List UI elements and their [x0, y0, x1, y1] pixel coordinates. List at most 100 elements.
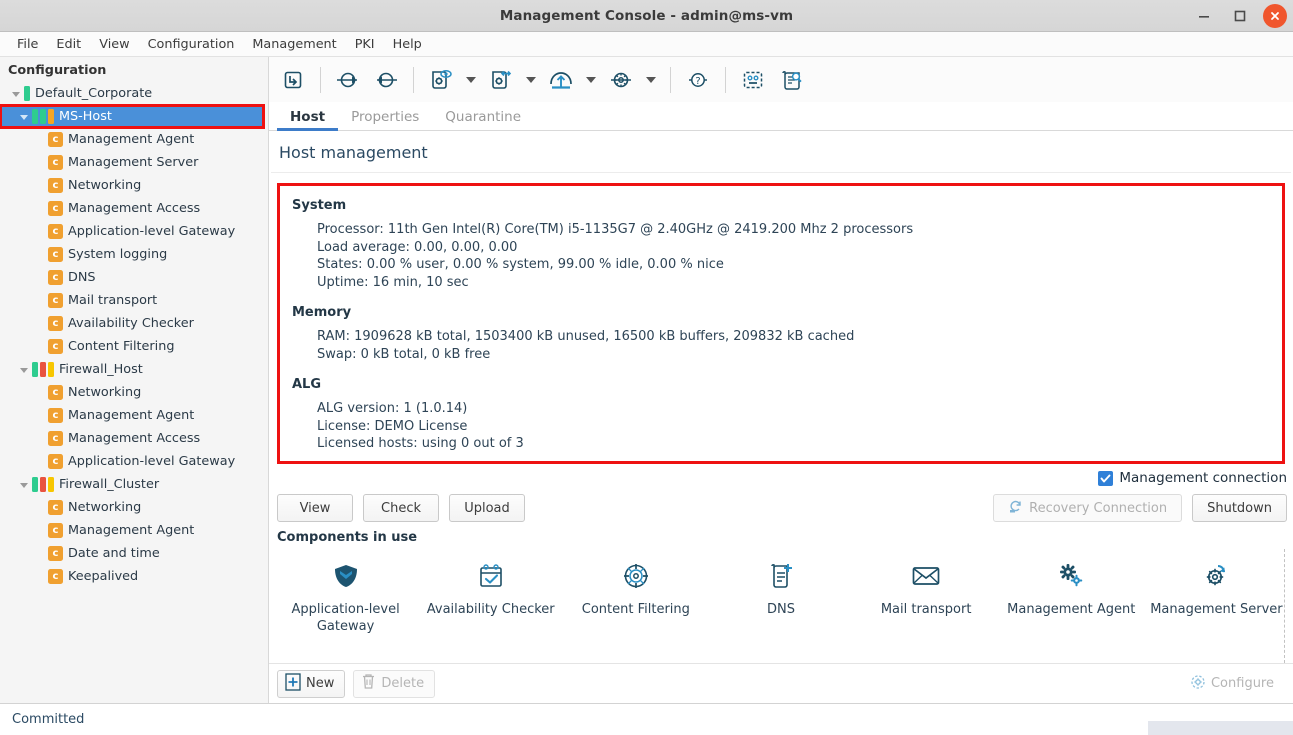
- recovery-connection-label: Recovery Connection: [1029, 501, 1167, 516]
- tree-item-system-logging[interactable]: cSystem logging: [0, 243, 268, 266]
- component-item[interactable]: Management Agent: [999, 555, 1144, 624]
- tree-item-firewall-host[interactable]: Firewall_Host: [0, 358, 268, 381]
- menu-help[interactable]: Help: [384, 34, 431, 55]
- tree-item-management-agent[interactable]: cManagement Agent: [0, 404, 268, 427]
- view-config-icon[interactable]: [423, 62, 459, 98]
- gear-refresh-icon: [1202, 561, 1230, 591]
- help-icon[interactable]: ?: [680, 62, 716, 98]
- settings-gear-icon[interactable]: [603, 62, 639, 98]
- tree-item-label: Networking: [68, 381, 141, 404]
- component-item[interactable]: Management Server: [1144, 555, 1289, 624]
- tree-item-default-corporate[interactable]: Default_Corporate: [0, 82, 268, 105]
- sidebar-header: Configuration: [0, 57, 268, 82]
- settings-dropdown-icon[interactable]: [641, 62, 661, 98]
- tree-item-dns[interactable]: cDNS: [0, 266, 268, 289]
- tree-item-firewall-cluster[interactable]: Firewall_Cluster: [0, 473, 268, 496]
- menu-view[interactable]: View: [90, 34, 138, 55]
- toolbar: ?: [269, 57, 1293, 103]
- tree-expander-icon[interactable]: [16, 109, 32, 125]
- tree-item-date-and-time[interactable]: cDate and time: [0, 542, 268, 565]
- tree-item-management-access[interactable]: cManagement Access: [0, 197, 268, 220]
- go-up-icon[interactable]: [275, 62, 311, 98]
- tab-properties[interactable]: Properties: [338, 106, 432, 130]
- info-section-body: ALG version: 1 (1.0.14)License: DEMO Lic…: [292, 400, 1270, 453]
- tree-expander-icon[interactable]: [16, 477, 32, 493]
- application-window: Management Console - admin@ms-vm File Ed…: [0, 0, 1293, 735]
- back-arrow-icon[interactable]: [368, 62, 404, 98]
- info-line: Uptime: 16 min, 10 sec: [317, 274, 1270, 292]
- status-bar-segment: [32, 477, 38, 492]
- info-section-heading: System: [292, 198, 1270, 213]
- view-button[interactable]: View: [277, 494, 353, 522]
- tree-item-label: Firewall_Cluster: [59, 473, 159, 496]
- check-button[interactable]: Check: [363, 494, 439, 522]
- tree-item-networking[interactable]: cNetworking: [0, 174, 268, 197]
- component-item[interactable]: Application-level Gateway: [273, 555, 418, 641]
- view-config-dropdown-icon[interactable]: [461, 62, 481, 98]
- tree-item-ms-host[interactable]: MS-Host: [0, 105, 264, 128]
- document-plus-icon: [768, 561, 794, 591]
- tree-item-mail-transport[interactable]: cMail transport: [0, 289, 268, 312]
- tree-item-label: Application-level Gateway: [68, 220, 235, 243]
- tree-expander-icon[interactable]: [16, 362, 32, 378]
- configuration-tree[interactable]: Default_CorporateMS-HostcManagement Agen…: [0, 82, 268, 588]
- upload-icon[interactable]: [543, 62, 579, 98]
- tree-item-label: Date and time: [68, 542, 160, 565]
- tree-item-application-level-gateway[interactable]: c Application-level Gateway: [0, 220, 268, 243]
- tree-item-label: Management Agent: [68, 519, 194, 542]
- status-bar-segment: [48, 109, 54, 124]
- toolbar-separator: [320, 67, 321, 93]
- status-bar: Committed: [0, 703, 1293, 735]
- component-item[interactable]: Content Filtering: [563, 555, 708, 624]
- info-line: States: 0.00 % user, 0.00 % system, 99.0…: [317, 256, 1270, 274]
- component-badge-icon: c: [48, 385, 63, 400]
- maximize-icon[interactable]: [1223, 1, 1257, 31]
- tree-item-management-access[interactable]: cManagement Access: [0, 427, 268, 450]
- transfer-config-icon[interactable]: [483, 62, 519, 98]
- component-badge-icon: c: [48, 224, 63, 239]
- info-section-heading: ALG: [292, 377, 1270, 392]
- console-icon[interactable]: [735, 62, 771, 98]
- log-search-icon[interactable]: [773, 62, 809, 98]
- component-item[interactable]: Availability Checker: [418, 555, 563, 624]
- tab-quarantine[interactable]: Quarantine: [432, 106, 534, 130]
- menu-file[interactable]: File: [8, 34, 47, 55]
- component-badge-icon: c: [48, 247, 63, 262]
- tree-item-management-agent[interactable]: cManagement Agent: [0, 519, 268, 542]
- tab-host[interactable]: Host: [277, 106, 338, 130]
- component-item[interactable]: Mail transport: [854, 555, 999, 624]
- delete-button: Delete: [353, 670, 435, 698]
- shutdown-button[interactable]: Shutdown: [1192, 494, 1287, 522]
- tree-item-management-server[interactable]: cManagement Server: [0, 151, 268, 174]
- tree-item-networking[interactable]: cNetworking: [0, 496, 268, 519]
- tree-item-label: MS-Host: [59, 105, 112, 128]
- tree-item-label: Management Access: [68, 197, 200, 220]
- tree-item-keepalived[interactable]: cKeepalived: [0, 565, 268, 588]
- status-bar-segment: [32, 362, 38, 377]
- tree-expander-icon[interactable]: [8, 86, 24, 102]
- menu-management[interactable]: Management: [243, 34, 345, 55]
- menu-configuration[interactable]: Configuration: [139, 34, 244, 55]
- menu-edit[interactable]: Edit: [47, 34, 90, 55]
- menu-bar: File Edit View Configuration Management …: [0, 32, 1293, 57]
- new-button[interactable]: New: [277, 670, 345, 698]
- tree-item-label: Management Agent: [68, 404, 194, 427]
- tree-item-availability-checker[interactable]: cAvailability Checker: [0, 312, 268, 335]
- upload-button[interactable]: Upload: [449, 494, 525, 522]
- tree-item-management-agent[interactable]: cManagement Agent: [0, 128, 268, 151]
- tree-item-content-filtering[interactable]: cContent Filtering: [0, 335, 268, 358]
- menu-pki[interactable]: PKI: [346, 34, 384, 55]
- forward-arrow-icon[interactable]: [330, 62, 366, 98]
- minimize-icon[interactable]: [1187, 1, 1221, 31]
- component-item[interactable]: DNS: [708, 555, 853, 624]
- tree-item-application-level-gateway[interactable]: cApplication-level Gateway: [0, 450, 268, 473]
- transfer-config-dropdown-icon[interactable]: [521, 62, 541, 98]
- management-connection-checkbox[interactable]: [1098, 471, 1113, 486]
- close-icon[interactable]: [1263, 4, 1287, 28]
- window-controls: [1187, 0, 1287, 32]
- main-panel: ?: [269, 57, 1293, 703]
- tree-item-networking[interactable]: c Networking: [0, 381, 268, 404]
- status-bar-segment: [40, 477, 46, 492]
- tree-item-label: Management Agent: [68, 128, 194, 151]
- upload-dropdown-icon[interactable]: [581, 62, 601, 98]
